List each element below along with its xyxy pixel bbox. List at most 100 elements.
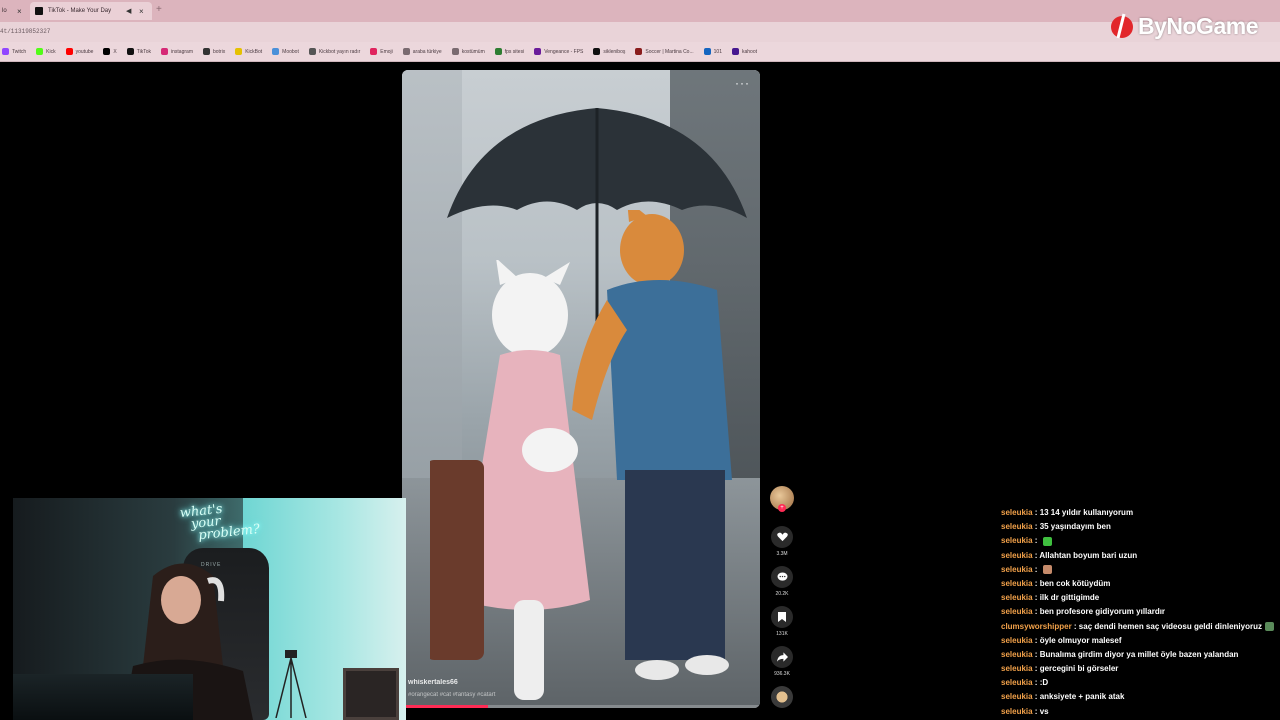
chat-text: anksiyete + panik atak [1039, 692, 1125, 702]
share-arrow-icon [776, 652, 788, 662]
chat-message: seleukia : :D [1001, 678, 1049, 688]
tab-close-icon[interactable]: × [139, 7, 144, 16]
tab-previous[interactable]: lo × [0, 2, 28, 20]
chat-message: clumsyworshipper : saç dendi hemen saç v… [1001, 620, 1280, 634]
bookmark-item[interactable]: instagram [161, 48, 193, 55]
bookmark-item[interactable]: Moobot [272, 48, 299, 55]
chat-username[interactable]: seleukia [1001, 536, 1033, 545]
bookmark-item[interactable]: kostümüm [451, 48, 485, 55]
bookmark-favicon-icon [126, 48, 134, 55]
neon-sign: what's your problem? [179, 501, 261, 544]
chat-message: seleukia : ben cok kötüydüm [1001, 578, 1111, 588]
chat-username[interactable]: seleukia [1001, 579, 1033, 588]
bookmark-favicon-icon [308, 48, 316, 55]
more-options-icon[interactable]: ··· [735, 76, 750, 90]
bookmark-item[interactable]: Kick [36, 48, 56, 55]
bynogame-logo: ByNoGame [1110, 10, 1258, 42]
video-hashtags[interactable]: #orangecat #cat #fantasy #catart [408, 692, 495, 698]
chat-text: gercegini bi görseler [1039, 664, 1119, 674]
bookmark-item[interactable]: fps sitesi [494, 48, 524, 55]
orange-cat-figure [572, 210, 732, 680]
bookmark-item[interactable]: Twitch [2, 48, 26, 55]
chat-username[interactable]: seleukia [1001, 508, 1033, 517]
chat-username[interactable]: seleukia [1001, 593, 1033, 602]
bookmark-label: kostümüm [461, 48, 485, 55]
chat-username[interactable]: seleukia [1001, 692, 1033, 701]
tiktok-video[interactable]: ··· whiskertales66 #orangecat #cat #fant… [402, 70, 760, 708]
bookmark-favicon-icon [451, 48, 459, 55]
chat-emote-icon [1042, 565, 1052, 575]
bookmark-item[interactable]: TikTok [126, 48, 152, 55]
desk [13, 674, 193, 720]
speaker-icon[interactable]: ◀ [126, 7, 131, 15]
bookmark-label: X [113, 48, 117, 55]
chat-message: seleukia : vs [1001, 706, 1049, 716]
bookmark-label: Moobot [282, 48, 299, 55]
chat-username[interactable]: seleukia [1001, 664, 1033, 673]
bookmark-favicon-icon [731, 48, 739, 55]
bookmark-item[interactable]: X [103, 48, 117, 55]
chat-message: seleukia : Allahtan boyum bari uzun [1001, 550, 1138, 560]
video-author[interactable]: whiskertales66 [408, 679, 458, 686]
bookmark-item[interactable]: kahoot [731, 48, 757, 55]
bookmark-item[interactable]: 101 [703, 48, 722, 55]
tab-close-icon[interactable]: × [17, 7, 22, 16]
address-bar[interactable]: 4t/11319852327 [0, 22, 1280, 42]
share-button[interactable]: 936.3K [768, 646, 796, 677]
chat-username[interactable]: seleukia [1001, 565, 1033, 574]
bookmark-favicon-icon [635, 48, 643, 55]
chat-message: seleukia : öyle olmuyor malesef [1001, 635, 1122, 645]
creator-avatar[interactable]: + [768, 486, 796, 512]
save-button[interactable]: 131K [768, 606, 796, 637]
bookmark-favicon-icon [235, 48, 243, 55]
like-button[interactable]: 3.3M [768, 526, 796, 557]
chat-username[interactable]: seleukia [1001, 650, 1033, 659]
save-count: 131K [776, 631, 788, 637]
bookmark-item[interactable]: youtube [65, 48, 93, 55]
bookmark-favicon-icon [370, 48, 378, 55]
comment-button[interactable]: 20.2K [768, 566, 796, 597]
chat-username[interactable]: seleukia [1001, 551, 1033, 560]
bookmark-item[interactable]: botrix [202, 48, 225, 55]
tab-tiktok[interactable]: TikTok - Make Your Day ◀ × [30, 2, 152, 20]
video-progress-bar[interactable] [402, 705, 760, 708]
bookmark-favicon-icon [202, 48, 210, 55]
bookmark-item[interactable]: sikleniboş [593, 48, 625, 55]
new-tab-plus-icon[interactable]: + [156, 4, 162, 15]
bookmarks-bar: Twitch Kick youtube X TikTok instagram botrix K… [0, 42, 1280, 62]
bookmark-label: TikTok [136, 48, 152, 55]
chat-username[interactable]: seleukia [1001, 678, 1033, 687]
bookmark-item[interactable]: Soccer | Martina Co... [635, 48, 694, 55]
bookmark-favicon-icon [534, 48, 542, 55]
chat-text: 35 yaşındayım ben [1039, 522, 1111, 532]
bookmark-label: Soccer | Martina Co... [645, 48, 694, 55]
chat-username[interactable]: seleukia [1001, 636, 1033, 645]
chat-emote-icon [1264, 621, 1274, 631]
bookmark-item[interactable]: Vengeance - FPS [534, 48, 583, 55]
chat-message: seleukia : Bunalıma girdim diyor ya mill… [1001, 649, 1239, 659]
chat-username[interactable]: seleukia [1001, 707, 1033, 716]
chat-emote-icon [1042, 536, 1052, 546]
tiktok-actions: + 3.3M 20.2K 131K 936.3K [768, 486, 796, 712]
like-count: 3.3M [776, 551, 788, 557]
chat-username[interactable]: seleukia [1001, 522, 1033, 531]
bookmark-label: KickBot [245, 48, 263, 55]
bookmark-item[interactable]: KickBot [235, 48, 262, 55]
bynogame-mark-icon [1111, 13, 1133, 39]
bookmark-item[interactable]: Kickbot yayın radır [308, 48, 360, 55]
follow-plus-icon[interactable]: + [778, 504, 786, 512]
bookmark-favicon-icon [65, 48, 73, 55]
chat-message: seleukia : [1001, 534, 1280, 548]
bookmark-label: Emoji [380, 48, 393, 55]
chat-username[interactable]: clumsyworshipper [1001, 622, 1072, 631]
browser-tab-bar: lo × TikTok - Make Your Day ◀ × + [0, 0, 1280, 22]
chat-username[interactable]: seleukia [1001, 607, 1033, 616]
avatar[interactable]: + [770, 486, 794, 512]
music-disc[interactable] [768, 686, 796, 708]
bookmark-favicon-icon [161, 48, 169, 55]
camera-tripod [275, 650, 307, 718]
chat-text: ben cok kötüydüm [1039, 578, 1111, 588]
bookmark-item[interactable]: Emoji [370, 48, 393, 55]
bookmark-item[interactable]: araba türkiye [402, 48, 442, 55]
video-progress-fill [402, 705, 488, 708]
